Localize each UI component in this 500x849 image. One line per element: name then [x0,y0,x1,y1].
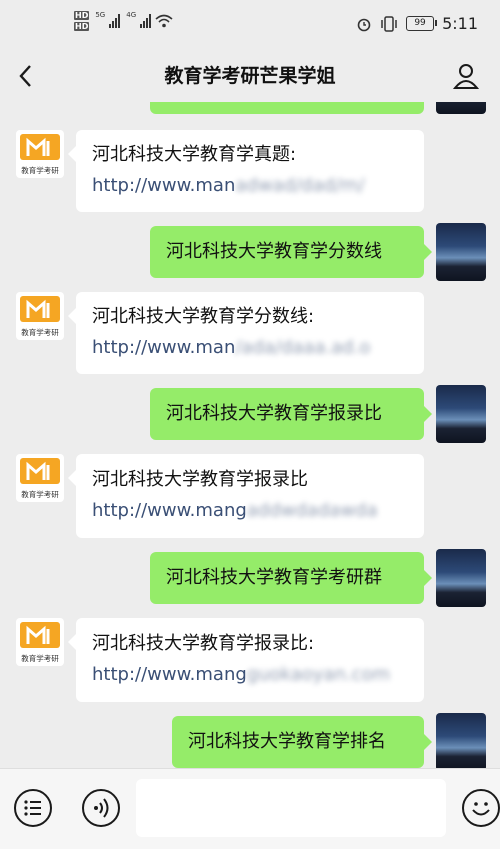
message-text: 河北科技大学教育学报录比 [92,469,308,490]
hd-indicator: HD HD [74,10,90,32]
incoming-bubble[interactable]: 河北科技大学教育学真题: http://www.manadwad/dad/m/ [68,130,424,212]
message-text: 河北科技大学教育学报录比: [92,633,315,654]
message-link[interactable]: http://www.mangaddwdadawda [92,495,408,526]
message-link[interactable]: http://www.manadwad/dad/m/ [92,170,408,201]
profile-icon[interactable] [452,62,480,90]
incoming-bubble[interactable]: 河北科技大学教育学报录比 http://www.mangaddwdadawda [68,454,424,538]
mango-avatar[interactable]: 教育学考研 [16,618,64,666]
avatar-caption: 教育学考研 [21,327,59,337]
avatar-caption: 教育学考研 [21,489,59,499]
vibrate-icon [381,15,397,32]
mango-logo-icon: 教育学考研 [20,296,60,337]
alarm-icon [357,18,371,31]
status-left: HD HD 5G 4G [74,10,173,32]
list-icon [24,800,41,816]
mango-logo-icon: 教育学考研 [20,134,60,175]
chat-header: 教育学考研芒果学姐 [0,50,500,102]
clock: 5:11 [442,14,478,33]
avatar-caption: 教育学考研 [21,165,59,175]
signal-icon-1 [109,14,121,28]
outgoing-bubble[interactable]: 河北科技大学教育学分数线 [150,226,432,278]
message-text: 河北科技大学教育学分数线: [92,306,315,327]
input-bar [0,768,500,849]
incoming-bubble[interactable]: 河北科技大学教育学分数线: http://www.man/ada/daaa.ad… [68,292,424,374]
mango-avatar[interactable]: 教育学考研 [16,454,64,502]
outgoing-bubble-partial[interactable] [150,102,424,114]
mango-logo-icon: 教育学考研 [20,622,60,663]
user-avatar[interactable] [436,385,486,443]
network-label-2: 4G [126,11,137,19]
user-avatar[interactable] [436,549,486,607]
chat-title: 教育学考研芒果学姐 [164,65,336,87]
signal-icon-2 [140,14,152,28]
emoji-icon [472,802,490,816]
user-avatar[interactable] [436,713,486,768]
message-input[interactable] [136,779,446,837]
mango-logo-icon: 教育学考研 [20,458,60,499]
message-link[interactable]: http://www.mangguokaoyan.com [92,659,408,690]
status-bar: HD HD 5G 4G 99 5:11 [0,0,500,50]
emoji-button[interactable] [462,789,500,827]
chat-area[interactable]: 教育学考研 河北科技大学教育学真题: http://www.manadwad/d… [0,102,500,768]
outgoing-bubble[interactable]: 河北科技大学教育学报录比 [150,388,432,440]
voice-button[interactable] [82,789,120,827]
mango-avatar[interactable]: 教育学考研 [16,292,64,340]
user-avatar[interactable] [436,223,486,281]
voice-icon [94,798,109,818]
menu-list-button[interactable] [14,789,52,827]
wifi-icon [155,14,173,28]
mango-avatar[interactable]: 教育学考研 [16,130,64,178]
user-avatar[interactable] [436,102,486,114]
message-text: 河北科技大学教育学真题: [92,144,297,165]
message-link[interactable]: http://www.man/ada/daaa.ad.o [92,332,408,363]
outgoing-bubble[interactable]: 河北科技大学教育学排名 [172,716,432,768]
network-label-1: 5G [95,11,106,19]
status-right: 99 5:11 [356,14,478,33]
hd-label-2: HD [74,22,90,31]
avatar-caption: 教育学考研 [21,653,59,663]
hd-label-1: HD [74,11,90,20]
outgoing-bubble[interactable]: 河北科技大学教育学考研群 [150,552,432,604]
incoming-bubble[interactable]: 河北科技大学教育学报录比: http://www.mangguokaoyan.c… [68,618,424,702]
battery-icon: 99 [406,16,438,31]
